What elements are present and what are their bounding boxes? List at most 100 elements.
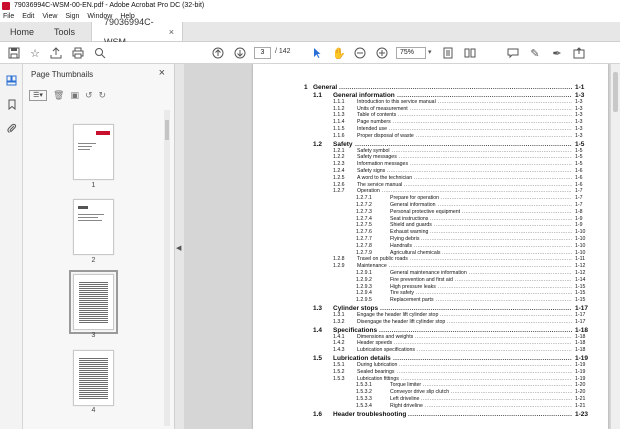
- menu-view[interactable]: View: [42, 11, 57, 22]
- toc-dot-leader: ........................................…: [408, 410, 572, 418]
- thumbnail-text-lines: [79, 281, 108, 324]
- zoom-out-icon[interactable]: [352, 45, 368, 61]
- delete-page-icon[interactable]: 🗑: [53, 90, 64, 101]
- upload-icon[interactable]: [48, 45, 64, 61]
- tab-close-icon[interactable]: ×: [169, 22, 174, 42]
- pdf-page: 1 General................................…: [253, 64, 608, 429]
- zoom-in-icon[interactable]: [374, 45, 390, 61]
- brand-mark: [78, 206, 88, 209]
- toc-entry[interactable]: 1.5.3.4 Right driveline..................…: [253, 403, 608, 410]
- document-scrollbar[interactable]: [611, 64, 620, 429]
- zoom-dropdown-icon[interactable]: ▾: [428, 48, 432, 56]
- scroll-mode-icon[interactable]: [462, 45, 478, 61]
- main-toolbar: ☆ 3 / 142 ✋ 75% ▾ ✎ ✒: [0, 42, 620, 64]
- toc-entry-title: Lubrication specifications: [357, 347, 415, 354]
- thumbnail-label: 4: [91, 407, 96, 414]
- search-icon[interactable]: [92, 45, 108, 61]
- bookmarks-icon[interactable]: [5, 98, 18, 111]
- panel-collapse-handle[interactable]: ◀: [175, 64, 184, 429]
- menu-bar: File Edit View Sign Window Help: [0, 11, 620, 22]
- acrobat-app-icon: [2, 2, 10, 10]
- thumbnail-options-button[interactable]: ☰▾: [29, 90, 47, 101]
- toc-entry-page: 1-17: [575, 318, 586, 325]
- thumbnail-page-3[interactable]: [69, 270, 118, 334]
- toc-entry-page: 1-15: [575, 297, 586, 304]
- toc-entry-number: 1.1.6: [333, 132, 345, 139]
- document-scroll-thumb[interactable]: [613, 72, 618, 112]
- toc-entry-page: 1-23: [575, 410, 589, 418]
- document-viewer[interactable]: 1 General................................…: [184, 64, 620, 429]
- page-down-icon[interactable]: [232, 45, 248, 61]
- page-number-input[interactable]: 3: [254, 47, 271, 59]
- navigation-rail: [0, 64, 23, 429]
- menu-sign[interactable]: Sign: [65, 11, 79, 22]
- hand-icon[interactable]: ✋: [331, 45, 347, 61]
- page-thumbnails-icon[interactable]: [5, 74, 18, 87]
- share-icon[interactable]: [571, 45, 587, 61]
- window-title: 79036994C-WSM-00-EN.pdf - Adobe Acrobat …: [14, 2, 205, 9]
- toc-entry-title: General: [313, 84, 338, 91]
- rotate-cw-icon[interactable]: ↻: [99, 90, 107, 101]
- thumbnail-page-1[interactable]: [73, 124, 114, 180]
- panel-close-icon[interactable]: ×: [159, 67, 165, 79]
- toc-entry[interactable]: 1.4.3 Lubrication specifications.........…: [253, 347, 608, 354]
- toc-entry[interactable]: 1.6 Header troubleshooting...............…: [253, 411, 608, 418]
- toc-entry-number: 1: [304, 84, 308, 91]
- menu-file[interactable]: File: [3, 11, 14, 22]
- thumbnails-scroll-thumb[interactable]: [165, 120, 169, 140]
- toc-dot-leader: ........................................…: [436, 297, 572, 304]
- sign-icon[interactable]: ✒: [549, 45, 565, 61]
- select-arrow-icon[interactable]: [309, 45, 325, 61]
- save-icon[interactable]: [6, 45, 22, 61]
- thumbnail-label: 1: [91, 182, 96, 189]
- thumbnail-label: 2: [91, 257, 96, 264]
- print-icon[interactable]: [70, 45, 86, 61]
- toc-entry-number: 1.4.3: [333, 347, 345, 354]
- toc-entry-page: 1-1: [575, 84, 585, 91]
- toc-entry-number: 1.6: [313, 410, 323, 418]
- tab-tools[interactable]: Tools: [44, 22, 85, 41]
- toc-dot-leader: ........................................…: [416, 132, 572, 139]
- toc-entry-title: Right driveline: [390, 402, 423, 409]
- toc-entry-page: 1-18: [575, 347, 586, 354]
- zoom-level-input[interactable]: 75%: [396, 47, 426, 59]
- page-up-icon[interactable]: [210, 45, 226, 61]
- toc-entry-title: Header troubleshooting: [333, 410, 407, 418]
- bookmark-star-icon[interactable]: ☆: [27, 45, 43, 61]
- menu-edit[interactable]: Edit: [22, 11, 34, 22]
- collapse-arrow-icon: ◀: [176, 245, 182, 252]
- toc-entry-title: Replacement parts: [390, 297, 434, 304]
- tab-bar: Home Tools 79036994C-WSM-... ×: [0, 17, 620, 47]
- toc-entry[interactable]: 1 General................................…: [253, 84, 608, 91]
- tab-home[interactable]: Home: [0, 22, 44, 41]
- tab-document[interactable]: 79036994C-WSM-... ×: [91, 17, 184, 47]
- toc-entry-page: 1-3: [575, 132, 583, 139]
- thumbnail-page-2[interactable]: [73, 199, 114, 255]
- attachments-icon[interactable]: [5, 122, 18, 135]
- toc-dot-leader: ........................................…: [447, 318, 572, 325]
- thumbnail-text-lines: [79, 357, 108, 400]
- page-thumbnails-panel: Page Thumbnails × ☰▾ 🗑 ▣ ↺ ↻ 1 2 3 4: [23, 64, 175, 429]
- toc-entry[interactable]: 1.1.6 Proper disposal of waste...........…: [253, 133, 608, 140]
- toc-entry-number: 1.5.3.4: [356, 402, 372, 409]
- toc-dot-leader: ........................................…: [339, 84, 572, 91]
- toc-entry-title: Disengage the header lift cylinder stop: [357, 318, 446, 325]
- thumbnail-page-4[interactable]: [73, 350, 114, 406]
- toc-entry-page: 1-21: [575, 402, 586, 409]
- rotate-ccw-icon[interactable]: ↺: [85, 90, 93, 101]
- pen-icon[interactable]: ✎: [527, 45, 543, 61]
- toc-entry[interactable]: 1.2.9.5 Replacement parts................…: [253, 297, 608, 304]
- window-titlebar: 79036994C-WSM-00-EN.pdf - Adobe Acrobat …: [0, 0, 620, 11]
- fit-page-icon[interactable]: [440, 45, 456, 61]
- page-total-label: / 142: [275, 48, 291, 55]
- thumbnail-label: 3: [91, 332, 96, 339]
- toc-entry-number: 1.3.2: [333, 318, 345, 325]
- brand-logo: [96, 131, 110, 135]
- toc-entry-title: Proper disposal of waste: [357, 132, 414, 139]
- thumbnails-scrollbar[interactable]: [164, 110, 170, 426]
- toc-entry-number: 1.2.9.5: [356, 297, 372, 304]
- panel-toolbar: ☰▾ 🗑 ▣ ↺ ↻: [29, 90, 106, 101]
- toc-entry[interactable]: 1.3.2 Disengage the header lift cylinder …: [253, 319, 608, 326]
- comment-icon[interactable]: [505, 45, 521, 61]
- insert-page-icon[interactable]: ▣: [70, 90, 79, 101]
